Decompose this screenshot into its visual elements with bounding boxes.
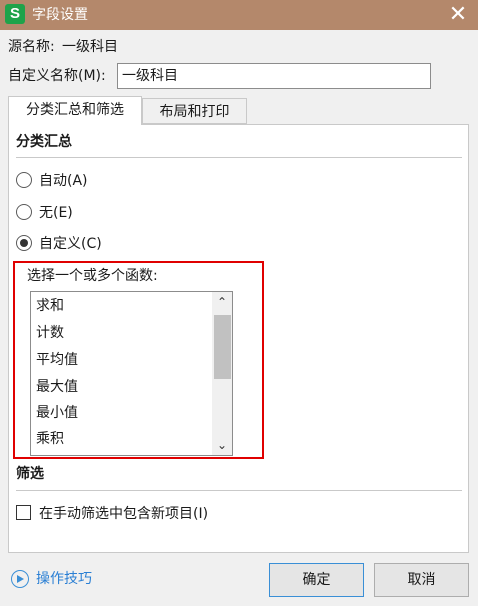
function-list-label: 选择一个或多个函数:	[27, 268, 158, 284]
scroll-down-icon[interactable]: ⌄	[212, 435, 232, 455]
list-item[interactable]: 最大值	[36, 374, 78, 400]
window-title: 字段设置	[32, 7, 88, 23]
tab-panel: 分类汇总 自动(A) 无(E) 自定义(C) 选择一个或多个函数: 求和 计数 …	[8, 124, 469, 553]
list-item[interactable]: 计数	[36, 320, 64, 346]
subtotal-section-title: 分类汇总	[16, 134, 72, 150]
filter-section-title: 筛选	[16, 466, 44, 482]
tab-layout-print[interactable]: 布局和打印	[142, 98, 247, 124]
ok-button[interactable]: 确定	[269, 563, 364, 597]
title-bar: S 字段设置 ✕	[0, 0, 478, 30]
radio-none-label: 无(E)	[39, 205, 73, 221]
cancel-button[interactable]: 取消	[374, 563, 469, 597]
custom-name-input[interactable]: 一级科目	[117, 63, 431, 89]
radio-auto-circle[interactable]	[16, 172, 32, 188]
radio-auto-label: 自动(A)	[39, 173, 88, 189]
close-icon[interactable]: ✕	[438, 0, 478, 30]
list-item[interactable]: 乘积	[36, 426, 64, 452]
list-item[interactable]: 求和	[36, 293, 64, 319]
scroll-thumb[interactable]	[214, 315, 231, 379]
function-listbox[interactable]: 求和 计数 平均值 最大值 最小值 乘积 ⌃ ⌄	[30, 291, 233, 456]
source-name-value: 一级科目	[62, 39, 118, 55]
list-item[interactable]: 最小值	[36, 400, 78, 426]
subtotal-divider	[16, 157, 462, 158]
scroll-up-icon[interactable]: ⌃	[212, 292, 232, 312]
function-list-scrollbar[interactable]: ⌃ ⌄	[212, 292, 232, 455]
radio-custom-circle[interactable]	[16, 235, 32, 251]
tips-link[interactable]: 操作技巧	[36, 569, 92, 589]
include-new-items-checkbox[interactable]	[16, 505, 31, 520]
source-name-label: 源名称:	[8, 39, 55, 55]
function-select-highlight: 选择一个或多个函数: 求和 计数 平均值 最大值 最小值 乘积 ⌃ ⌄	[13, 261, 264, 459]
filter-divider	[16, 490, 462, 491]
radio-none-circle[interactable]	[16, 204, 32, 220]
radio-custom-label: 自定义(C)	[39, 236, 102, 252]
include-new-items-label: 在手动筛选中包含新项目(I)	[39, 506, 209, 522]
wps-app-icon: S	[5, 4, 25, 24]
play-circle-icon[interactable]	[11, 570, 29, 588]
custom-name-label: 自定义名称(M):	[8, 68, 106, 84]
tab-subtotal-filter[interactable]: 分类汇总和筛选	[8, 96, 142, 125]
list-item[interactable]: 平均值	[36, 347, 78, 373]
